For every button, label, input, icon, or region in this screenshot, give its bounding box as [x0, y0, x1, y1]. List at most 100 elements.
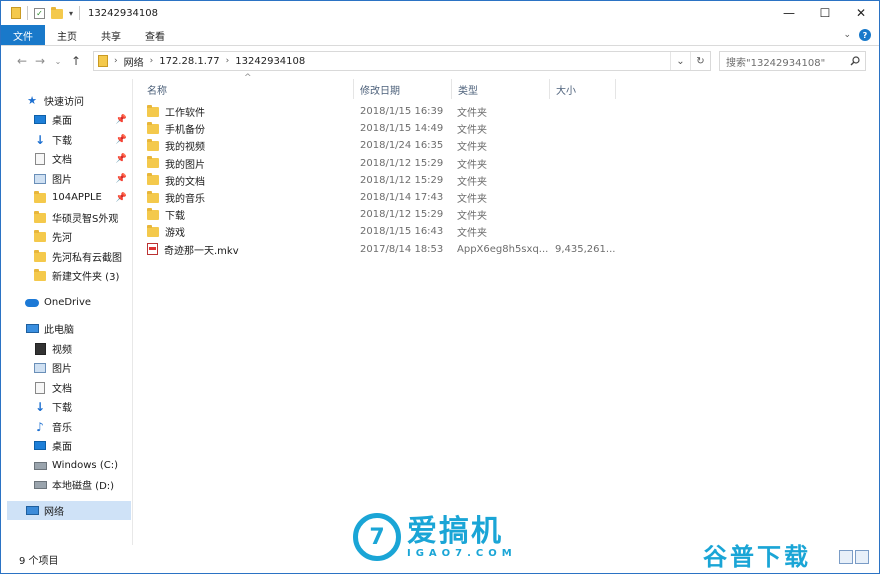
table-row[interactable]: 奇迹那一天.mkv 2017/8/14 18:53 AppX6eg8h5sxq...…: [141, 241, 621, 258]
help-icon[interactable]: ?: [859, 29, 871, 41]
address-history-button[interactable]: ⌄: [670, 52, 690, 70]
file-name-cell[interactable]: 工作软件: [147, 103, 357, 120]
folder-icon: [147, 173, 159, 186]
sidebar-item-onedrive[interactable]: OneDrive: [25, 293, 149, 312]
file-type: 文件夹: [457, 159, 487, 171]
sidebar-item-xianhe[interactable]: 先河: [33, 227, 157, 246]
tab-share[interactable]: 共享: [89, 25, 133, 45]
minimize-button[interactable]: —: [771, 1, 807, 25]
up-button[interactable]: ↑: [67, 51, 85, 71]
tab-view[interactable]: 查看: [133, 25, 177, 45]
file-name-cell[interactable]: 下载: [147, 206, 357, 223]
table-row[interactable]: 我的音乐 2018/1/14 17:43 文件夹: [141, 189, 621, 206]
folder-icon: [34, 190, 46, 203]
sidebar-item-label: 先河私有云截图: [52, 253, 122, 264]
table-row[interactable]: 我的视频 2018/1/24 16:35 文件夹: [141, 137, 621, 154]
table-row[interactable]: 工作软件 2018/1/15 16:39 文件夹: [141, 103, 621, 120]
breadcrumb-folder[interactable]: 13242934108: [235, 56, 305, 67]
maximize-button[interactable]: ☐: [807, 1, 843, 25]
tab-home[interactable]: 主页: [45, 25, 89, 45]
back-button[interactable]: ←: [13, 51, 31, 71]
file-name-cell[interactable]: 我的图片: [147, 155, 357, 172]
title-bar: ✓ ▾ 13242934108 — ☐ ✕: [1, 1, 879, 25]
download-icon: ↓: [34, 399, 46, 414]
new-folder-icon[interactable]: [51, 7, 63, 19]
sidebar-item-downloads[interactable]: ↓ 下载 📌: [33, 130, 157, 149]
video-file-icon: [147, 243, 158, 256]
pin-icon: 📌: [115, 192, 127, 203]
table-row[interactable]: 我的图片 2018/1/12 15:29 文件夹: [141, 155, 621, 172]
chevron-down-icon[interactable]: ▾: [69, 9, 73, 18]
table-row[interactable]: 我的文档 2018/1/12 15:29 文件夹: [141, 172, 621, 189]
table-row[interactable]: 手机备份 2018/1/15 14:49 文件夹: [141, 120, 621, 137]
sidebar-item-music[interactable]: ♪ 音乐: [33, 417, 157, 436]
file-name-cell[interactable]: 我的视频: [147, 137, 357, 154]
properties-icon[interactable]: ✓: [34, 7, 45, 19]
sidebar-item-pc-downloads[interactable]: ↓ 下载: [33, 397, 157, 416]
sidebar-item-pc-desktop[interactable]: 桌面: [33, 436, 157, 455]
recent-locations-button[interactable]: ⌄: [49, 51, 67, 71]
sidebar-item-videos[interactable]: 视频: [33, 339, 157, 358]
sidebar-item-104apple[interactable]: 104APPLE 📌: [33, 188, 157, 207]
file-name-cell[interactable]: 奇迹那一天.mkv: [147, 241, 357, 258]
file-date: 2018/1/14 17:43: [360, 192, 444, 203]
sidebar-item-pc-pictures[interactable]: 图片: [33, 358, 157, 377]
sidebar-item-drive-d[interactable]: 本地磁盘 (D:): [33, 475, 157, 494]
chevron-down-icon[interactable]: ⌄: [843, 30, 851, 40]
column-header-date[interactable]: 修改日期: [354, 79, 452, 99]
breadcrumb-network[interactable]: 网络: [124, 54, 144, 69]
sidebar-item-pc-documents[interactable]: 文档: [33, 378, 157, 397]
sidebar-item-desktop[interactable]: 桌面 📌: [33, 110, 157, 129]
chevron-right-icon[interactable]: ›: [150, 56, 154, 66]
sidebar-item-label: 图片: [52, 364, 72, 375]
sidebar-item-this-pc[interactable]: 此电脑: [25, 319, 149, 338]
chevron-right-icon[interactable]: ›: [226, 56, 230, 66]
file-name-cell[interactable]: 我的文档: [147, 172, 357, 189]
file-size: [555, 223, 621, 240]
file-name: 我的视频: [165, 142, 205, 154]
column-header-size[interactable]: 大小: [550, 79, 616, 99]
window-title: 13242934108: [88, 7, 159, 19]
sidebar-item-label: 先河: [52, 233, 72, 244]
forward-button[interactable]: →: [31, 51, 49, 71]
sidebar-item-documents[interactable]: 文档 📌: [33, 149, 157, 168]
breadcrumb-host[interactable]: 172.28.1.77: [159, 56, 219, 67]
file-name-cell[interactable]: 我的音乐: [147, 189, 357, 206]
file-size: [555, 206, 621, 223]
sidebar-item-label: 华硕灵智S外观: [52, 214, 119, 225]
close-button[interactable]: ✕: [843, 1, 879, 25]
sidebar-item-drive-c[interactable]: Windows (C:): [33, 456, 157, 475]
file-size: [555, 103, 621, 120]
tab-file[interactable]: 文件: [1, 25, 45, 45]
search-input[interactable]: 搜索"13242934108": [726, 54, 825, 69]
search-icon[interactable]: [845, 56, 865, 66]
sidebar-item-new-folder-3[interactable]: 新建文件夹 (3): [33, 266, 157, 285]
sidebar-item-quick-access[interactable]: ★ 快速访问: [25, 91, 149, 110]
table-row[interactable]: 下载 2018/1/12 15:29 文件夹: [141, 206, 621, 223]
file-name-cell[interactable]: 手机备份: [147, 120, 357, 137]
chevron-right-icon[interactable]: ›: [114, 56, 118, 66]
file-name: 我的图片: [165, 159, 205, 171]
search-box[interactable]: 搜索"13242934108": [719, 51, 866, 71]
table-row[interactable]: 游戏 2018/1/15 16:43 文件夹: [141, 223, 621, 240]
large-icons-view-button[interactable]: [855, 550, 869, 564]
sidebar-item-xianhe-cloud[interactable]: 先河私有云截图: [33, 247, 157, 266]
file-name-cell[interactable]: 游戏: [147, 223, 357, 240]
column-header-type[interactable]: 类型: [452, 79, 550, 99]
sidebar-item-label: OneDrive: [44, 297, 92, 308]
details-view-button[interactable]: [839, 550, 853, 564]
sidebar-item-pictures[interactable]: 图片 📌: [33, 169, 157, 188]
sidebar-item-network[interactable]: 网络: [7, 501, 131, 520]
folder-icon: [147, 121, 159, 134]
folder-icon: [34, 268, 46, 281]
picture-icon: [34, 173, 46, 184]
column-header-name[interactable]: 名称: [141, 79, 354, 99]
folder-icon: [34, 210, 46, 223]
file-type: 文件夹: [457, 228, 487, 240]
address-bar[interactable]: › 网络 › 172.28.1.77 › 13242934108 ⌄ ↻: [93, 51, 711, 71]
folder-icon: [147, 224, 159, 237]
sidebar-item-asus[interactable]: 华硕灵智S外观: [33, 208, 157, 227]
folder-icon: [147, 156, 159, 169]
sidebar-item-label: 桌面: [52, 116, 72, 127]
refresh-button[interactable]: ↻: [690, 52, 710, 70]
